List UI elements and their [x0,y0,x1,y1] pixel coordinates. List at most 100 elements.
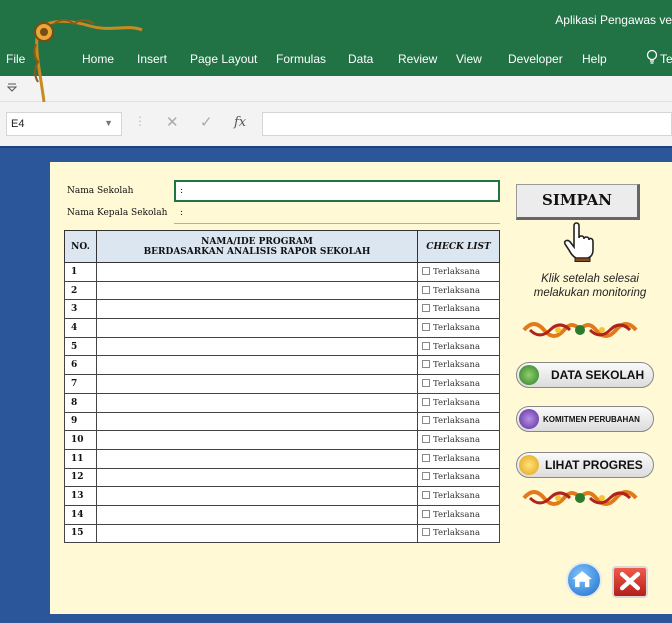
terlaksana-checkbox[interactable] [422,472,430,481]
tab-review[interactable]: Review [398,52,437,66]
tab-page-layout[interactable]: Page Layout [190,52,257,66]
lightbulb-icon[interactable] [646,49,658,65]
checklist-cell[interactable]: Terlaksana [417,318,500,338]
program-cell[interactable] [96,523,418,544]
home-icon [572,571,592,588]
insert-function-icon[interactable]: fx [234,116,246,129]
program-cell[interactable] [96,355,418,376]
row-number: 13 [64,486,97,506]
terlaksana-label: Terlaksana [433,416,481,427]
row-number: 9 [64,411,97,432]
terlaksana-checkbox[interactable] [422,322,430,331]
program-cell[interactable] [96,299,418,320]
customize-toolbar-icon[interactable] [6,80,18,94]
formula-bar-separator: ⋮ [134,114,146,128]
checklist-cell[interactable]: Terlaksana [417,262,500,282]
tab-help[interactable]: Help [582,52,607,66]
tab-view[interactable]: View [456,52,482,66]
checklist-cell[interactable]: Terlaksana [417,467,500,488]
terlaksana-checkbox[interactable] [422,528,430,537]
tab-data[interactable]: Data [348,52,373,66]
program-cell[interactable] [96,486,418,506]
corner-ornament-image [33,19,143,103]
nama-kepala-row: Nama Kepala Sekolah : [64,202,500,224]
terlaksana-checkbox[interactable] [422,341,430,350]
terlaksana-checkbox[interactable] [422,360,430,369]
row-number: 8 [64,392,97,413]
table-row: 3 Terlaksana [64,299,500,320]
terlaksana-checkbox[interactable] [422,266,430,275]
program-cell[interactable] [96,392,418,413]
program-cell[interactable] [96,318,418,338]
tab-formulas[interactable]: Formulas [276,52,326,66]
terlaksana-checkbox[interactable] [422,416,430,425]
terlaksana-checkbox[interactable] [422,397,430,406]
row-number: 2 [64,280,97,301]
enter-icon[interactable]: ✓ [200,115,213,130]
table-row: 4 Terlaksana [64,318,500,338]
chevron-down-icon[interactable]: ▼ [104,118,113,128]
checklist-cell[interactable]: Terlaksana [417,336,500,357]
program-cell[interactable] [96,504,418,525]
simpan-hint-line2: melakukan monitoring [533,287,647,299]
checklist-cell[interactable]: Terlaksana [417,392,500,413]
program-cell[interactable] [96,467,418,488]
lihat-progres-button[interactable]: LIHAT PROGRES [516,452,654,478]
terlaksana-checkbox[interactable] [422,304,430,313]
checklist-cell[interactable]: Terlaksana [417,355,500,376]
progress-icon [519,455,539,475]
close-button[interactable] [612,566,648,598]
header-program: NAMA/IDE PROGRAM BERDASARKAN ANALISIS RA… [96,230,418,263]
row-number: 11 [64,448,97,469]
program-cell[interactable] [96,336,418,357]
tab-file[interactable]: File [6,52,25,66]
program-cell[interactable] [96,430,418,450]
terlaksana-label: Terlaksana [433,472,481,483]
terlaksana-label: Terlaksana [433,397,481,408]
komitmen-perubahan-label: KOMITMEN PERUBAHAN [543,415,640,424]
nama-sekolah-input[interactable] [174,180,500,202]
table-row: 11 Terlaksana [64,448,500,469]
komitmen-perubahan-button[interactable]: KOMITMEN PERUBAHAN [516,406,654,432]
formula-input[interactable] [262,112,672,136]
checklist-cell[interactable]: Terlaksana [417,486,500,506]
cancel-icon[interactable]: ✕ [166,115,179,130]
checklist-cell[interactable]: Terlaksana [417,430,500,450]
tell-me-search[interactable]: Tel [660,52,672,66]
table-header-row: NO. NAMA/IDE PROGRAM BERDASARKAN ANALISI… [64,230,500,263]
data-sekolah-button[interactable]: DATA SEKOLAH [516,362,654,388]
terlaksana-checkbox[interactable] [422,378,430,387]
checklist-cell[interactable]: Terlaksana [417,411,500,432]
checklist-cell[interactable]: Terlaksana [417,504,500,525]
simpan-hint-line1: Klik setelah selesai [541,273,639,285]
terlaksana-checkbox[interactable] [422,491,430,500]
terlaksana-label: Terlaksana [433,285,481,296]
checklist-cell[interactable]: Terlaksana [417,280,500,301]
program-cell[interactable] [96,411,418,432]
home-button[interactable] [566,562,602,598]
dayak-ornament-image [522,322,638,338]
program-cell[interactable] [96,374,418,394]
dayak-ornament-image [522,490,638,506]
nama-kepala-input[interactable] [174,202,500,224]
program-cell[interactable] [96,262,418,282]
tab-developer[interactable]: Developer [508,52,563,66]
table-row: 10 Terlaksana [64,430,500,450]
checklist-cell[interactable]: Terlaksana [417,448,500,469]
simpan-button[interactable]: SIMPAN [516,184,640,220]
terlaksana-checkbox[interactable] [422,453,430,462]
terlaksana-checkbox[interactable] [422,285,430,294]
header-check-list: CHECK LIST [417,230,500,263]
checklist-cell[interactable]: Terlaksana [417,374,500,394]
nama-kepala-label: Nama Kepala Sekolah [67,208,168,218]
terlaksana-label: Terlaksana [433,509,481,520]
terlaksana-checkbox[interactable] [422,435,430,444]
program-cell[interactable] [96,448,418,469]
terlaksana-checkbox[interactable] [422,509,430,518]
table-row: 7 Terlaksana [64,374,500,394]
checklist-cell[interactable]: Terlaksana [417,299,500,320]
program-cell[interactable] [96,280,418,301]
terlaksana-label: Terlaksana [433,435,481,446]
name-box[interactable]: E4 ▼ [6,112,122,136]
checklist-cell[interactable]: Terlaksana [417,523,500,544]
